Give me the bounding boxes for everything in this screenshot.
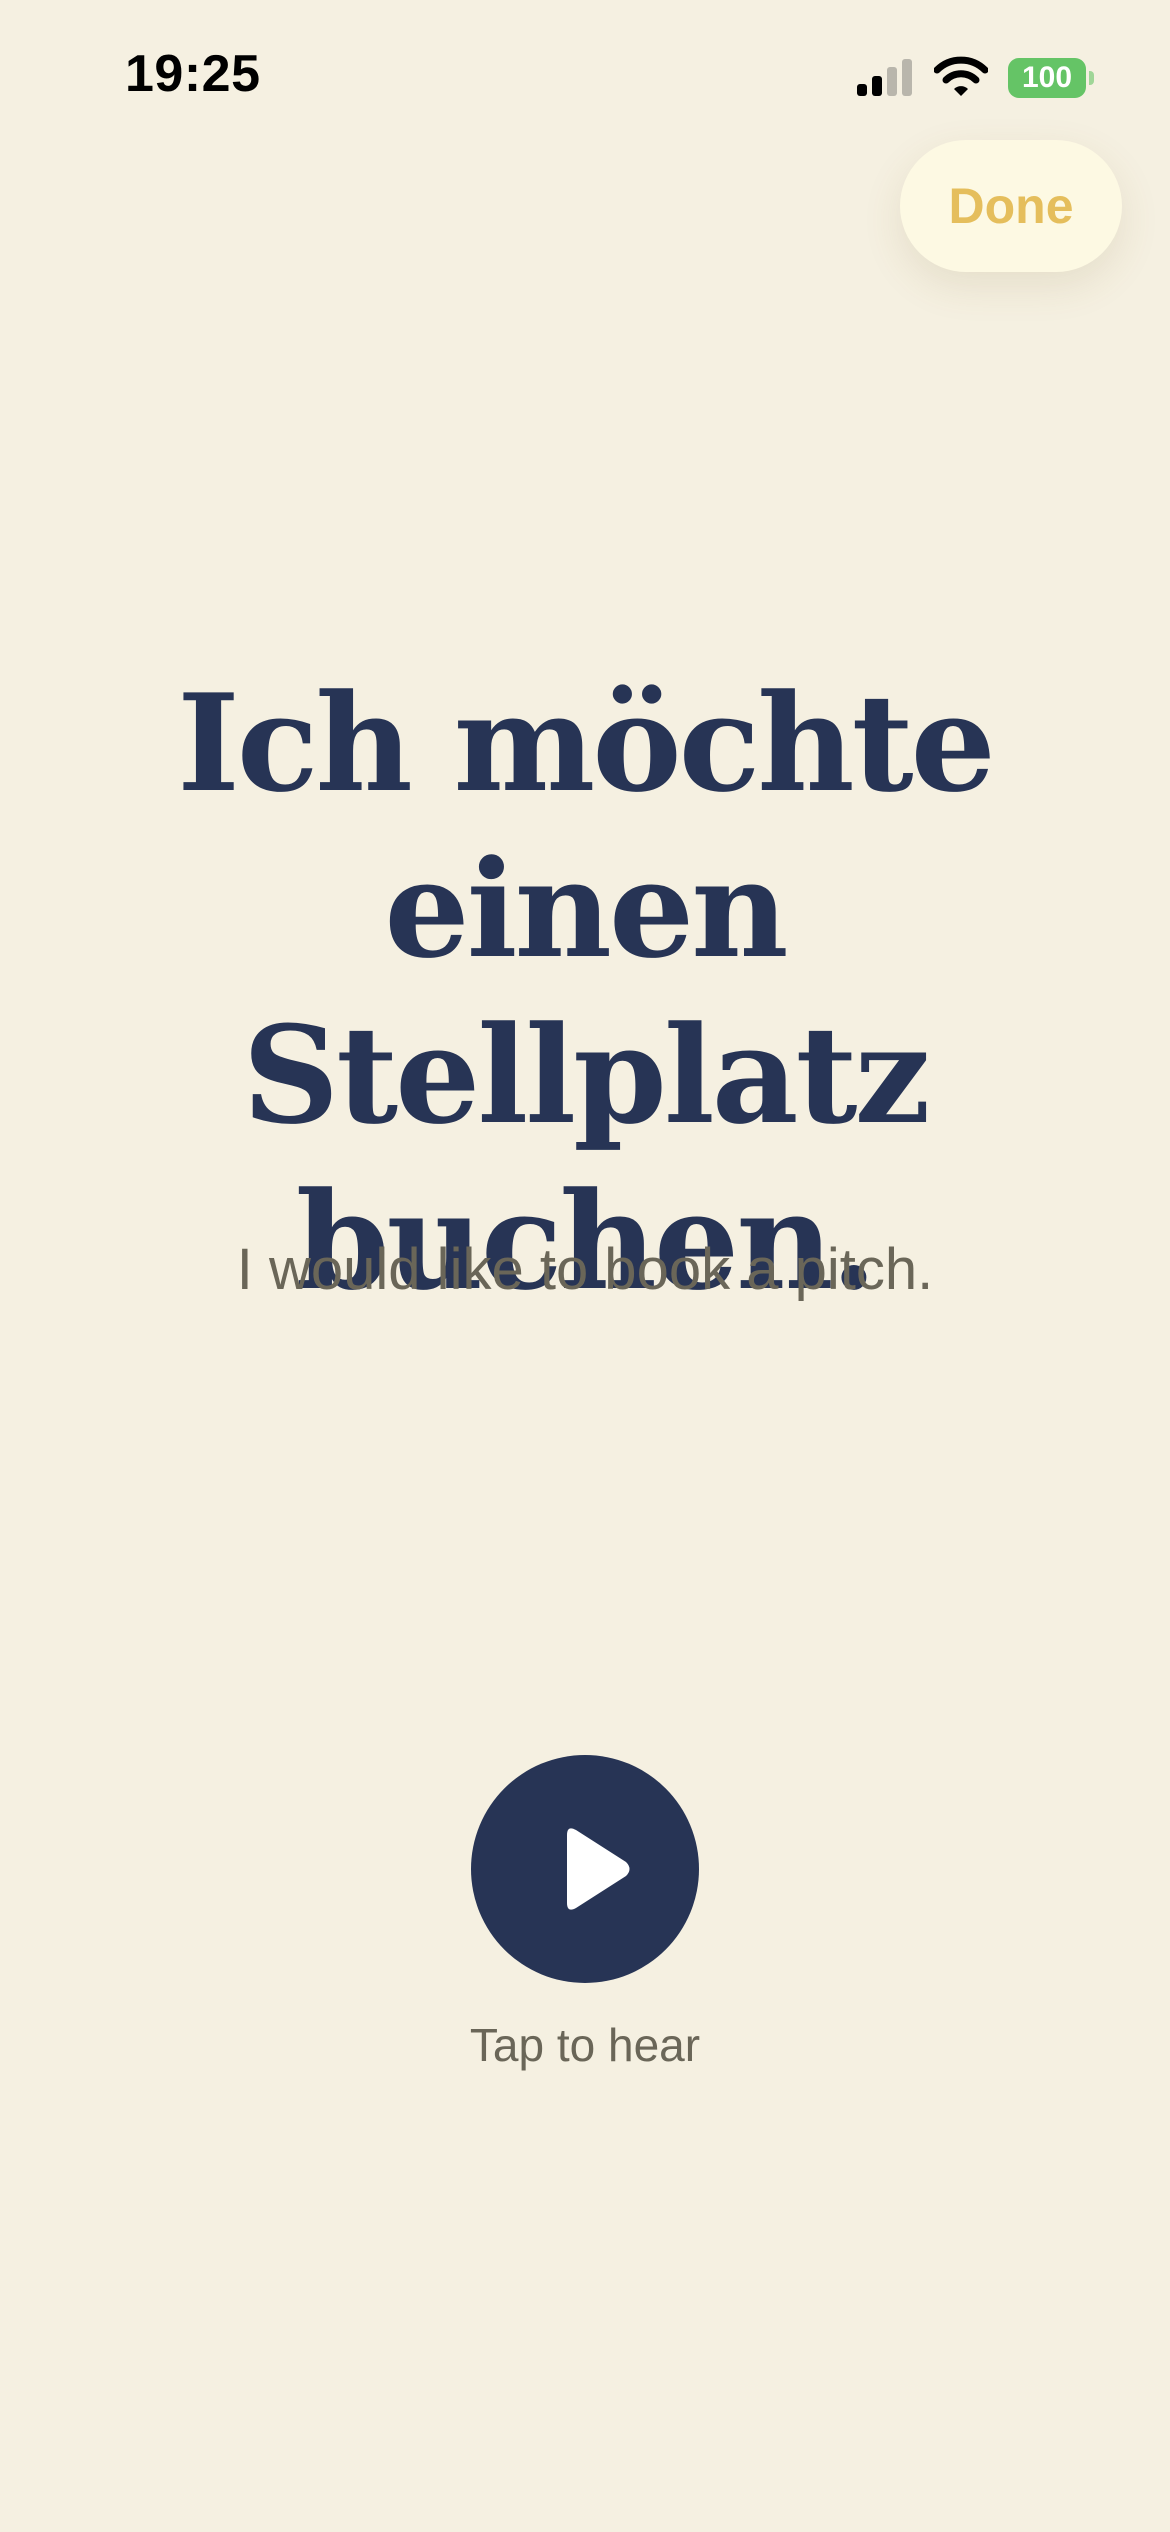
wifi-icon [934, 56, 988, 96]
battery-indicator: 100 [1008, 58, 1094, 98]
battery-tip [1089, 71, 1094, 85]
english-translation: I would like to book a pitch. [236, 1237, 934, 1302]
play-icon [567, 1828, 630, 1910]
status-time: 19:25 [125, 45, 261, 103]
battery-level: 100 [1008, 58, 1086, 98]
tap-to-hear-label: Tap to hear [469, 2019, 701, 2071]
german-phrase: Ich möchte einen Stellplatz buchen. [177, 664, 996, 1320]
play-audio-button[interactable] [471, 1755, 699, 1983]
done-button[interactable]: Done [900, 140, 1122, 272]
cellular-signal-icon [857, 59, 912, 96]
status-bar: 19:25 100 [0, 0, 1170, 150]
